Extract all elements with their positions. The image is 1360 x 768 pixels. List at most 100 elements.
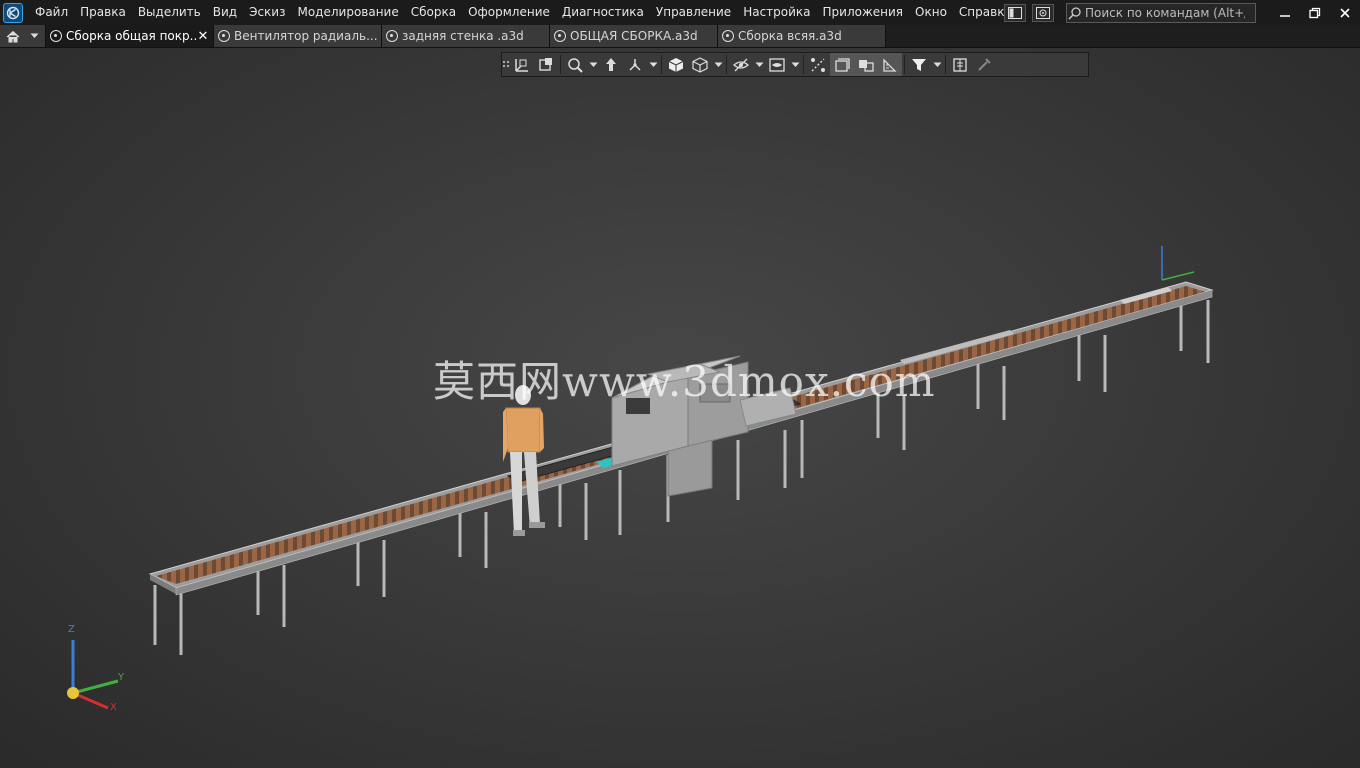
menu-sketch[interactable]: Эскиз [243,0,291,25]
zoom-button[interactable] [563,53,587,76]
tab-label: Сборка общая покр... [66,29,197,43]
app-logo-icon[interactable] [3,2,23,23]
command-search[interactable] [1066,2,1256,23]
coordinate-system-icon [515,58,528,72]
section-view-button[interactable] [534,53,558,76]
toolbar-separator [904,55,905,74]
orientation-triad[interactable] [67,640,119,710]
menu-edit[interactable]: Правка [74,0,132,25]
chevron-down-icon [791,62,799,67]
assembly-doc-icon [554,30,566,42]
menu-diagnostics[interactable]: Диагностика [556,0,650,25]
restore-button[interactable] [1300,0,1330,25]
menu-assembly[interactable]: Сборка [405,0,462,25]
rotate-button[interactable] [623,53,647,76]
tab-assembly-all[interactable]: Сборка всяя.a3d [718,25,886,47]
rotate-icon [629,58,641,71]
menu-window[interactable]: Окно [909,0,953,25]
menu-right-group [1004,0,1360,25]
coordinate-system-button[interactable] [510,53,534,76]
tab-label: ОБЩАЯ СБОРКА.a3d [570,29,698,43]
triad-z-label: Z [68,624,75,635]
section-view-icon [539,57,552,71]
tab-back-wall[interactable]: задняя стенка .a3d [382,25,550,47]
home-tab[interactable] [0,25,46,47]
chevron-down-icon[interactable] [30,33,39,39]
search-icon [1068,6,1081,20]
3d-viewport[interactable]: Z Y X 莫西网www.3dmox.com [0,48,1360,768]
assembly-doc-icon [722,30,734,42]
measure-button[interactable] [878,53,902,76]
chevron-down-icon [649,62,657,67]
rotate-dropdown[interactable] [647,53,659,76]
shaded-cube-icon [668,57,684,72]
triad-y-label: Y [118,672,125,683]
eyedropper-button[interactable] [972,53,996,76]
eyedropper-icon [978,57,991,71]
home-icon [6,30,20,42]
panel-toggle-icon[interactable] [1004,3,1026,22]
hide-show-button[interactable] [729,53,753,76]
visibility-filter-dropdown[interactable] [789,53,801,76]
minimize-icon [1280,14,1290,17]
constraint-icon [811,57,825,72]
visibility-filter-button[interactable] [765,53,789,76]
selection-filter-button[interactable] [907,53,931,76]
chevron-down-icon [589,62,597,67]
properties-icon [953,57,967,72]
filter-dropdown[interactable] [931,53,943,76]
toolbar-separator [661,55,662,74]
filter-icon [912,58,926,71]
tab-general-assembly[interactable]: ОБЩАЯ СБОРКА.a3d [550,25,718,47]
eye-box-icon [769,57,785,72]
chevron-down-icon [755,62,763,67]
wireframe-view-button[interactable] [688,53,712,76]
toolbar-separator [945,55,946,74]
toolbar-grip[interactable] [502,53,510,76]
pan-button[interactable] [599,53,623,76]
document-tab-bar: Сборка общая покр... ✕ Вентилятор радиал… [0,25,1360,48]
menu-apps[interactable]: Приложения [817,0,910,25]
part-doc-icon [386,30,398,42]
menu-manage[interactable]: Управление [650,0,737,25]
watermark-text: 莫西网www.3dmox.com [433,357,936,406]
close-window-button[interactable] [1330,0,1360,25]
chevron-down-icon [933,62,941,67]
tab-close-icon[interactable]: ✕ [197,29,209,44]
camera-view-icon[interactable] [1032,3,1054,22]
perspective-icon [859,59,874,72]
menu-view[interactable]: Вид [207,0,243,25]
menu-bar: Файл Правка Выделить Вид Эскиз Моделиров… [0,0,1360,25]
constraints-button[interactable] [806,53,830,76]
minimize-button[interactable] [1270,0,1300,25]
display-style-dropdown[interactable] [712,53,724,76]
assembly-doc-icon [218,30,230,42]
close-icon [1340,7,1350,18]
triad-x-label: X [110,702,117,713]
properties-button[interactable] [948,53,972,76]
toolbar-separator [560,55,561,74]
menu-modeling[interactable]: Моделирование [291,0,404,25]
menu-file[interactable]: Файл [29,0,74,25]
assembly-doc-icon [50,30,62,42]
measure-icon [883,57,897,72]
origin-marker [1161,246,1195,281]
search-input[interactable] [1083,5,1247,20]
tab-label: Сборка всяя.a3d [738,29,842,43]
shaded-view-button[interactable] [664,53,688,76]
layers-icon [835,57,850,72]
menu-settings[interactable]: Настройка [737,0,816,25]
wireframe-cube-icon [692,56,708,73]
restore-icon [1309,7,1321,18]
visibility-dropdown[interactable] [753,53,765,76]
menu-select[interactable]: Выделить [132,0,207,25]
tab-fan[interactable]: Вентилятор радиаль... [214,25,382,47]
menu-design[interactable]: Оформление [462,0,556,25]
tab-assembly-main[interactable]: Сборка общая покр... ✕ [46,25,214,47]
perspective-button[interactable] [854,53,878,76]
layers-button[interactable] [830,53,854,76]
zoom-dropdown[interactable] [587,53,599,76]
view-toolbar [501,52,1089,77]
tab-label: задняя стенка .a3d [402,29,524,43]
chevron-down-icon [714,62,722,67]
